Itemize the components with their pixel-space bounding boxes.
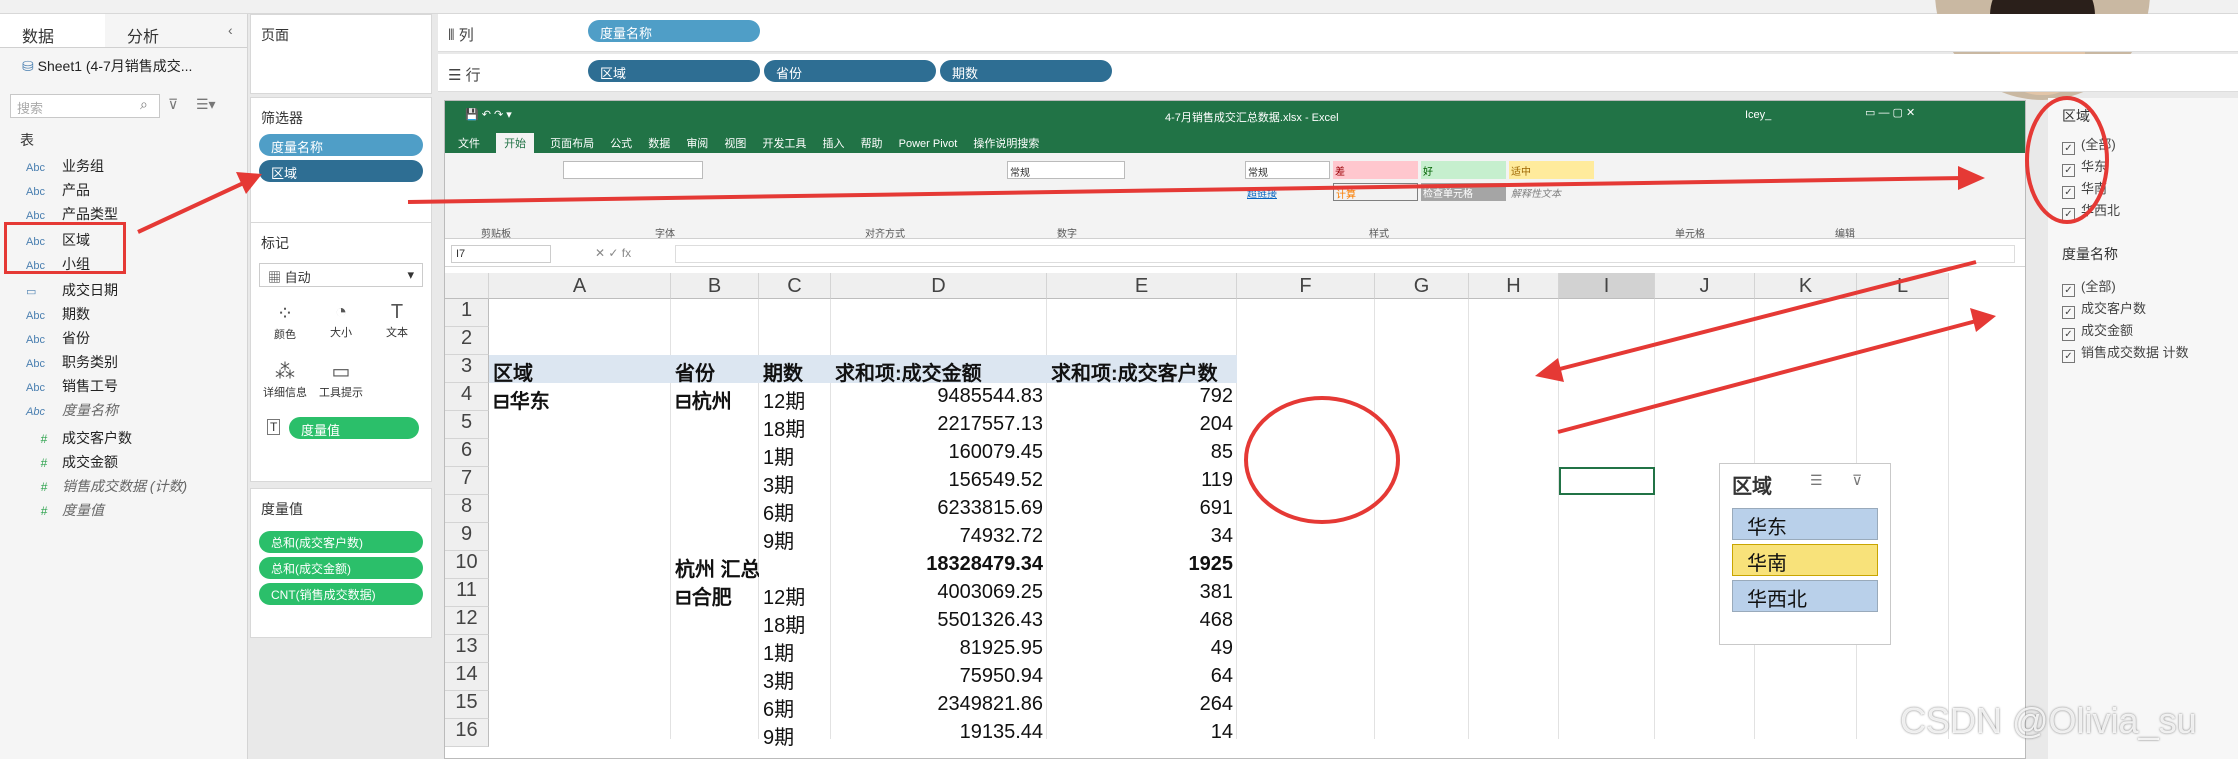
arrow-to-slicer [1547,260,1977,374]
circle-region-legend [2025,96,2109,224]
circle-slicer [1244,396,1400,524]
arrow-field-to-filter [137,178,251,234]
arrow-head-3 [1535,358,1564,382]
arrow-head-2 [1958,166,1985,190]
watermark: CSDN @Olivia_su [1900,700,2197,741]
arrow-to-legend-2 [1557,318,1981,434]
arrow-head-4 [1970,308,1996,332]
arrow-filter-to-legend [407,176,1966,204]
annotation-overlay [137,96,2109,524]
